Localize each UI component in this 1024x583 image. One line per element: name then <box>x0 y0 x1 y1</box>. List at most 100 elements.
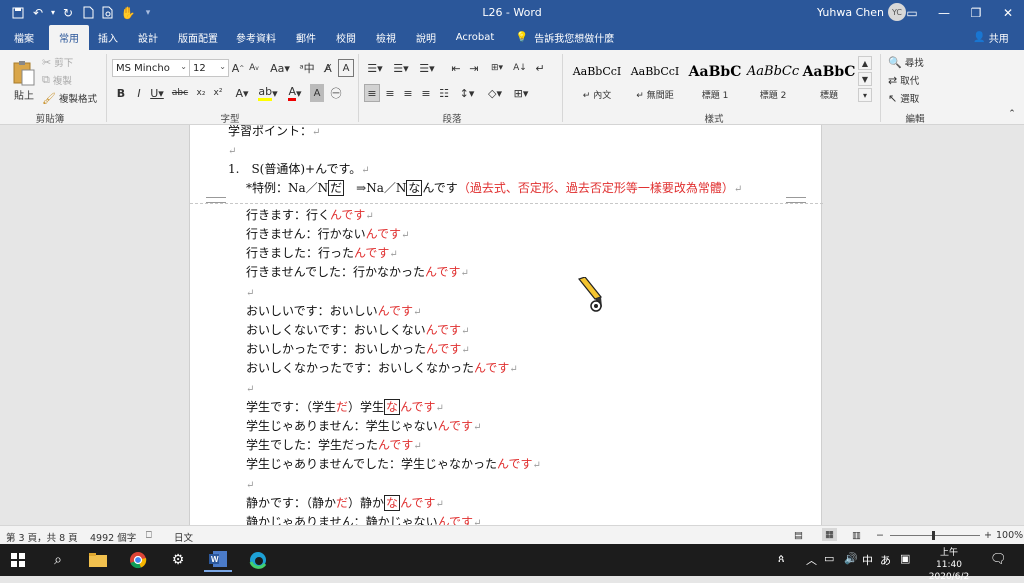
tab-acrobat[interactable]: Acrobat <box>452 25 498 50</box>
proofing-icon[interactable]: ⎕ <box>146 530 152 541</box>
document-line[interactable]: 静かじゃありません：静かじゃないんです↵ <box>246 515 481 525</box>
subscript-icon[interactable]: x₂ <box>193 84 209 102</box>
document-line[interactable]: おいしかったです：おいしかったんです↵ <box>246 342 470 358</box>
document-line[interactable]: 学生じゃありませんでした：学生じゃなかったんです↵ <box>246 457 541 473</box>
document-line[interactable]: 学習ポイント：↵ <box>228 125 320 140</box>
tab-insert[interactable]: 插入 <box>90 25 126 50</box>
tab-view[interactable]: 檢視 <box>370 25 402 50</box>
bullets-icon[interactable]: ☰▾ <box>364 59 386 77</box>
sort-icon[interactable]: A↓ <box>512 59 528 77</box>
style-heading-1[interactable]: AaBbC 標題 1 <box>688 58 742 104</box>
page-count[interactable]: 第 3 頁，共 8 頁 <box>6 530 78 544</box>
document-line[interactable]: 学生でした：学生だったんです↵ <box>246 438 422 454</box>
tab-design[interactable]: 設計 <box>130 25 166 50</box>
highlight-color-icon[interactable]: ab ▾ <box>256 84 280 102</box>
volume-icon[interactable]: 🔊 <box>844 552 858 565</box>
clear-formatting-icon[interactable]: A̸ <box>320 59 336 77</box>
bold-icon[interactable]: B <box>114 84 128 102</box>
styles-more-icon[interactable]: ▾ <box>858 88 872 102</box>
document-line[interactable]: 行きました：行ったんです↵ <box>246 246 398 262</box>
file-explorer-icon[interactable] <box>84 548 112 572</box>
web-layout-icon[interactable]: ▥ <box>852 530 861 541</box>
tab-references[interactable]: 參考資料 <box>230 25 282 50</box>
search-icon[interactable]: ⌕ <box>44 548 72 572</box>
font-size-combo[interactable]: 12 ⌄ <box>189 59 229 77</box>
multilevel-list-icon[interactable]: ☰▾ <box>416 59 438 77</box>
find-button[interactable]: 🔍 尋找 <box>888 55 948 70</box>
document-page[interactable]: 学習ポイント：↵ ↵ 1. S(普通体)+んです。↵ *特例：Na／N だ ⇒Na／N な… <box>189 125 823 525</box>
zoom-slider-handle[interactable] <box>932 531 935 540</box>
cut-button[interactable]: ✂ 剪下 <box>42 55 82 70</box>
format-painter-button[interactable]: 🖌 複製格式 <box>42 91 102 106</box>
borders-icon[interactable]: ⊞▾ <box>510 84 532 102</box>
paste-button[interactable]: 貼上 <box>8 56 40 104</box>
windows-start-icon[interactable] <box>4 548 32 572</box>
close-button[interactable]: ✕ <box>992 0 1024 25</box>
decrease-indent-icon[interactable]: ⇤ <box>448 59 464 77</box>
numbering-icon[interactable]: ☰▾ <box>390 59 412 77</box>
style-title[interactable]: AaBbC 標題 <box>802 58 856 104</box>
ribbon-display-options-icon[interactable]: ▭ <box>896 0 928 25</box>
document-line[interactable]: 行きます：行くんです↵ <box>246 208 374 224</box>
document-line[interactable]: おいしくなかったです：おいしくなかったんです↵ <box>246 361 518 377</box>
document-line[interactable]: 1. S(普通体)+んです。↵ <box>228 162 370 178</box>
document-line[interactable]: *特例：Na／N だ ⇒Na／N なんです（過去式、否定形、過去否定形等一樣要改為常… <box>246 180 742 197</box>
italic-icon[interactable]: I <box>132 84 146 102</box>
chinese-layout-icon[interactable]: ⊞▾ <box>486 59 508 77</box>
document-line[interactable]: 行きません：行かないんです↵ <box>246 227 409 243</box>
justify-icon[interactable]: ≡ <box>418 84 434 102</box>
line-spacing-icon[interactable]: ↕▾ <box>456 84 478 102</box>
zoom-level[interactable]: 100% <box>996 530 1023 541</box>
document-line[interactable]: おいしくないです：おいしくないんです↵ <box>246 323 469 339</box>
document-line[interactable]: ↵ <box>228 143 236 159</box>
tell-me-search[interactable]: 💡 告訴我您想做什麼 <box>510 25 620 50</box>
document-line[interactable]: 学生です：（学生だ）学生なんです↵ <box>246 399 444 416</box>
replace-button[interactable]: ⇄ 取代 <box>888 73 948 88</box>
style-heading-2[interactable]: AaBbCc 標題 2 <box>746 58 800 104</box>
word-count[interactable]: 4992 個字 <box>90 530 136 544</box>
collapse-ribbon-icon[interactable]: ⌃ <box>1006 108 1018 120</box>
select-button[interactable]: ↖ 選取 <box>888 91 948 106</box>
tab-review[interactable]: 校閱 <box>330 25 362 50</box>
document-line[interactable]: ↵ <box>246 285 254 301</box>
language-indicator[interactable]: 日文 <box>174 530 193 544</box>
tab-help[interactable]: 說明 <box>410 25 442 50</box>
copy-button[interactable]: ⧉ 複製 <box>42 73 82 87</box>
document-line[interactable]: ↵ <box>246 477 254 493</box>
people-icon[interactable]: ጰ <box>778 552 785 566</box>
zoom-in-icon[interactable]: + <box>984 530 992 541</box>
document-line[interactable]: 行きませんでした：行かなかったんです↵ <box>246 265 469 281</box>
styles-scroll-up-icon[interactable]: ▲ <box>858 56 872 70</box>
distributed-icon[interactable]: ☷ <box>436 84 452 102</box>
font-color-icon[interactable]: A ▾ <box>284 84 306 102</box>
restore-button[interactable]: ❐ <box>960 0 992 25</box>
document-line[interactable]: ↵ <box>246 381 254 397</box>
show-hidden-icons-chevron-icon[interactable]: ︿ <box>806 552 817 568</box>
zoom-out-icon[interactable]: − <box>876 530 884 541</box>
input-method-indicator[interactable]: 中 <box>862 552 873 568</box>
clock[interactable]: 上午 11:40 2020/6/2 <box>928 547 970 583</box>
network-icon[interactable]: ▭ <box>824 552 834 565</box>
word-taskbar-icon[interactable]: W <box>204 548 232 572</box>
increase-indent-icon[interactable]: ⇥ <box>466 59 482 77</box>
style-no-spacing[interactable]: AaBbCcI ↵ 無間距 <box>628 58 682 104</box>
ime-mode-indicator[interactable]: あ <box>880 552 891 568</box>
style-normal[interactable]: AaBbCcI ↵ 內文 <box>570 58 624 104</box>
tab-home[interactable]: 常用 <box>49 25 89 50</box>
document-line[interactable]: 学生じゃありません：学生じゃないんです↵ <box>246 419 481 435</box>
superscript-icon[interactable]: x² <box>210 84 226 102</box>
grow-font-icon[interactable]: A ^ <box>231 59 245 77</box>
text-effects-icon[interactable]: A▾ <box>230 84 254 102</box>
show-formatting-marks-icon[interactable]: ↵ <box>532 59 548 77</box>
zoom-slider[interactable] <box>890 535 980 536</box>
font-name-combo[interactable]: MS Mincho ⌄ <box>112 59 190 77</box>
read-mode-icon[interactable]: ▤ <box>794 530 803 541</box>
align-center-icon[interactable]: ≡ <box>382 84 398 102</box>
document-line[interactable]: 静かです：（静かだ）静かなんです↵ <box>246 495 444 512</box>
user-name[interactable]: Yuhwa Chen <box>817 6 884 19</box>
character-border-icon[interactable]: A <box>338 59 354 77</box>
notifications-icon[interactable]: 🗨 <box>990 552 1007 567</box>
minimize-button[interactable]: — <box>928 0 960 25</box>
tab-mailings[interactable]: 郵件 <box>290 25 322 50</box>
print-layout-icon[interactable]: ▦ <box>822 528 837 541</box>
